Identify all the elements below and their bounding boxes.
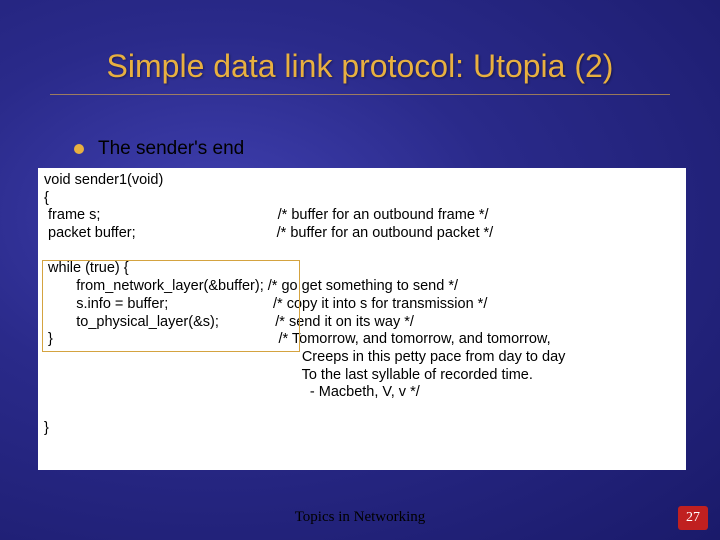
highlight-box xyxy=(42,260,300,352)
bullet-text: The sender's end xyxy=(98,138,244,160)
code-panel: void sender1(void) { frame s; /* buffer … xyxy=(38,168,686,470)
page-number-badge: 27 xyxy=(678,506,708,530)
bullet-icon xyxy=(74,144,84,154)
slide: Simple data link protocol: Utopia (2) Th… xyxy=(0,0,720,540)
bullet-row: The sender's end xyxy=(74,138,244,160)
slide-title: Simple data link protocol: Utopia (2) xyxy=(0,48,720,85)
footer-text: Topics in Networking xyxy=(0,509,720,526)
title-underline xyxy=(50,94,670,95)
page-number: 27 xyxy=(686,510,700,526)
